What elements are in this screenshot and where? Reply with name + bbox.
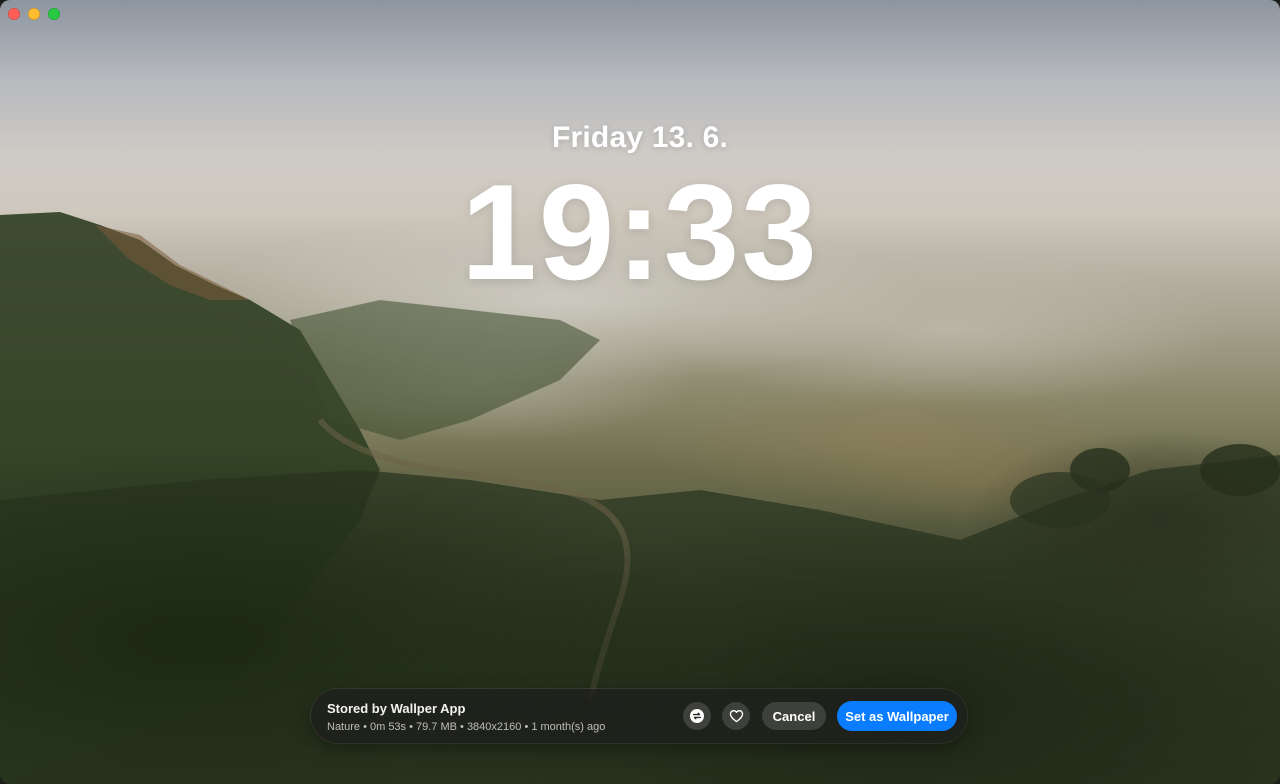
wallpaper-info: Stored by Wallper App Nature • 0m 53s • …: [327, 701, 605, 734]
wallpaper-source-title: Stored by Wallper App: [327, 701, 466, 716]
minimize-window-button[interactable]: [28, 8, 40, 20]
window-controls: [8, 8, 60, 20]
wallpaper-action-bar: Stored by Wallper App Nature • 0m 53s • …: [311, 689, 967, 743]
heart-icon: [729, 710, 743, 723]
lockscreen-date: Friday 13. 6.: [551, 121, 729, 154]
favorite-button[interactable]: [722, 702, 750, 730]
lockscreen-time: 19:33: [461, 156, 819, 308]
wallpaper-preview-window: Friday 13. 6. 19:33 Stored by Wallper Ap…: [0, 0, 1280, 784]
forest-shadow: [0, 0, 1280, 784]
cancel-button[interactable]: Cancel: [762, 702, 826, 730]
wallpaper-image: [0, 0, 1280, 784]
close-window-button[interactable]: [8, 8, 20, 20]
zoom-window-button[interactable]: [48, 8, 60, 20]
arrow-swap-icon: [690, 709, 704, 723]
wallpaper-metadata: Nature • 0m 53s • 79.7 MB • 3840x2160 • …: [327, 721, 606, 733]
swap-wallpaper-button[interactable]: [683, 702, 711, 730]
set-as-wallpaper-button[interactable]: Set as Wallpaper: [837, 701, 957, 731]
